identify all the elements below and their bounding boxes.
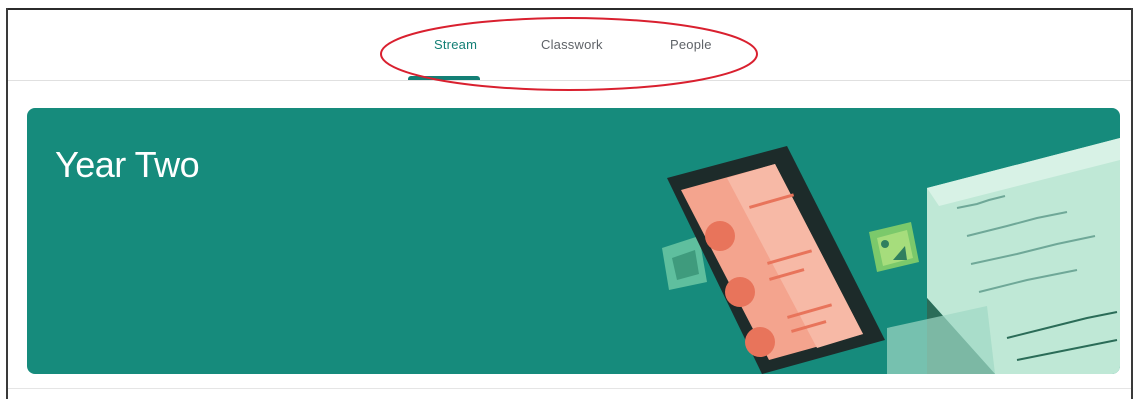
tab-stream[interactable]: Stream xyxy=(434,37,477,52)
class-banner: Year Two xyxy=(27,108,1120,374)
classroom-window: Stream Classwork People Year Two xyxy=(0,0,1139,399)
tab-people[interactable]: People xyxy=(670,37,712,52)
window-right-border xyxy=(1131,8,1133,399)
tab-classwork[interactable]: Classwork xyxy=(541,37,603,52)
active-tab-indicator xyxy=(408,76,480,80)
phone-and-notebook-illustration xyxy=(662,138,1120,374)
shapes-card-icon xyxy=(869,222,919,272)
divider xyxy=(8,388,1131,389)
tab-bar: Stream Classwork People xyxy=(408,10,738,80)
notebook-icon xyxy=(887,138,1120,374)
class-header: Stream Classwork People xyxy=(8,10,1131,81)
